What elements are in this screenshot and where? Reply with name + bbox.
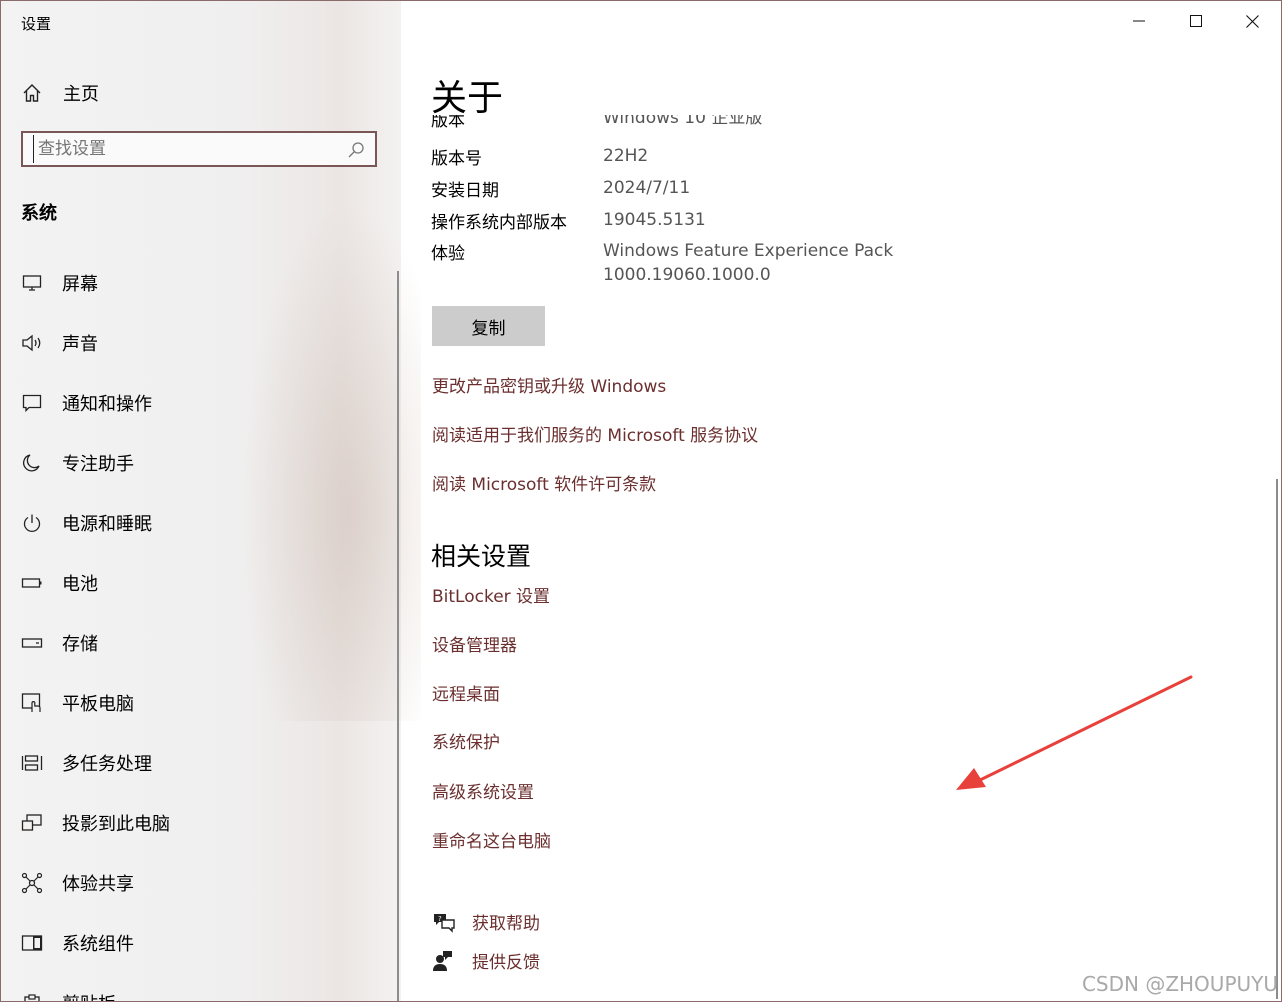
help-chat-icon: ? (434, 913, 455, 933)
speaker-icon (22, 334, 41, 352)
give-feedback-link[interactable]: 提供反馈 (432, 948, 540, 973)
svg-text:?: ? (438, 915, 442, 923)
spec-row-install-date: 安装日期 2024/7/11 (431, 176, 690, 201)
components-icon (21, 935, 43, 951)
sidebar-item-shared-experiences[interactable]: 体验共享 (1, 853, 397, 913)
sidebar-item-multitasking[interactable]: 多任务处理 (1, 733, 397, 793)
search-box[interactable] (21, 131, 377, 167)
page-title: 关于 (431, 78, 504, 119)
settings-window: 设置 主页 系统 屏幕 声音 (0, 0, 1282, 1002)
give-feedback-label: 提供反馈 (472, 953, 540, 973)
home-nav-item[interactable]: 主页 (21, 79, 99, 107)
search-input[interactable] (33, 135, 342, 163)
clipboard-icon (24, 994, 40, 1001)
home-icon (23, 84, 41, 102)
sidebar-item-label: 系统组件 (62, 934, 134, 955)
spec-value: Windows 10 企业版 (603, 115, 763, 128)
sidebar-item-label: 投影到此电脑 (62, 814, 170, 835)
watermark: CSDN @ZHOUPUYU (1081, 972, 1278, 996)
spec-row-version: 版本号 22H2 (431, 144, 648, 169)
spec-key: 版本号 (431, 149, 482, 169)
get-help-link[interactable]: ? 获取帮助 (432, 909, 540, 934)
get-help-label: 获取帮助 (472, 914, 540, 934)
sidebar-item-label: 屏幕 (62, 274, 98, 295)
sidebar-item-label: 电源和睡眠 (62, 514, 152, 535)
spec-row-experience: 体验 Windows Feature Experience Pack 1000.… (431, 239, 893, 287)
spec-key: 体验 (431, 244, 465, 264)
copy-button[interactable]: 复制 (432, 306, 545, 346)
spec-value: 22H2 (603, 146, 649, 166)
spec-value: 19045.5131 (603, 210, 706, 230)
main-content: 关于 版本 Windows 10 企业版 版本号 22H2 安装日期 2024/… (403, 1, 1281, 1001)
sidebar-item-battery[interactable]: 电池 (1, 553, 397, 613)
sidebar-item-label: 多任务处理 (62, 754, 152, 775)
spec-key: 版本 (431, 115, 465, 131)
spec-row-edition: 版本 Windows 10 企业版 (431, 115, 1031, 133)
multitask-icon (21, 755, 43, 771)
spec-value: 2024/7/11 (603, 178, 691, 198)
service-agreement-link[interactable]: 阅读适用于我们服务的 Microsoft 服务协议 (432, 421, 758, 446)
license-terms-link[interactable]: 阅读 Microsoft 软件许可条款 (432, 470, 656, 495)
feedback-icon (433, 950, 452, 971)
spec-row-os-build: 操作系统内部版本 19045.5131 (431, 208, 706, 233)
sidebar-item-notifications[interactable]: 通知和操作 (1, 373, 397, 433)
section-title: 系统 (21, 203, 57, 224)
sidebar-item-label: 剪贴板 (62, 990, 116, 1001)
sidebar-item-label: 通知和操作 (62, 394, 152, 415)
advanced-system-settings-link[interactable]: 高级系统设置 (432, 778, 534, 803)
project-icon (21, 814, 42, 831)
sidebar-scrollbar[interactable] (397, 271, 399, 1001)
remote-desktop-link[interactable]: 远程桌面 (432, 680, 500, 705)
rename-pc-link[interactable]: 重命名这台电脑 (432, 827, 551, 852)
sidebar-item-sound[interactable]: 声音 (1, 313, 397, 373)
tablet-icon (21, 693, 41, 712)
notification-icon (22, 394, 42, 413)
sidebar-item-storage[interactable]: 存储 (1, 613, 397, 673)
system-protection-link[interactable]: 系统保护 (432, 728, 500, 753)
power-icon (23, 514, 41, 532)
moon-icon (23, 454, 40, 472)
sidebar-item-project[interactable]: 投影到此电脑 (1, 793, 397, 853)
sidebar-item-focus-assist[interactable]: 专注助手 (1, 433, 397, 493)
sidebar-item-tablet[interactable]: 平板电脑 (1, 673, 397, 733)
monitor-icon (22, 275, 42, 291)
sidebar-item-label: 体验共享 (62, 874, 134, 895)
main-scrollbar[interactable] (1276, 479, 1278, 999)
home-label: 主页 (63, 84, 99, 105)
sidebar-item-label: 电池 (62, 574, 98, 595)
battery-icon (21, 578, 42, 588)
device-manager-link[interactable]: 设备管理器 (432, 631, 517, 656)
sidebar: 设置 主页 系统 屏幕 声音 (1, 1, 421, 1001)
sidebar-nav: 屏幕 声音 通知和操作 专注助手 电源和睡眠 电池 存储 平板电脑 多任务处理 … (1, 253, 397, 1001)
spec-key: 安装日期 (431, 181, 499, 201)
sidebar-item-clipboard[interactable]: 剪贴板 (1, 973, 397, 1001)
app-title: 设置 (21, 15, 52, 33)
annotation-arrow (956, 675, 1193, 790)
change-product-key-link[interactable]: 更改产品密钥或升级 Windows (432, 372, 666, 397)
spec-value-line2: 1000.19060.1000.0 (603, 265, 771, 285)
spec-key: 操作系统内部版本 (431, 213, 567, 233)
sidebar-item-label: 存储 (62, 634, 98, 655)
sidebar-item-label: 声音 (62, 334, 98, 355)
search-icon[interactable] (347, 141, 365, 159)
sidebar-item-system-components[interactable]: 系统组件 (1, 913, 397, 973)
share-icon (21, 872, 43, 894)
sidebar-item-power-sleep[interactable]: 电源和睡眠 (1, 493, 397, 553)
storage-icon (21, 638, 43, 648)
sidebar-item-label: 专注助手 (62, 454, 134, 475)
sidebar-item-display[interactable]: 屏幕 (1, 253, 397, 313)
sidebar-item-label: 平板电脑 (62, 694, 134, 715)
spec-value-group: Windows Feature Experience Pack 1000.190… (603, 239, 893, 287)
bitlocker-settings-link[interactable]: BitLocker 设置 (432, 582, 550, 607)
spec-value: Windows Feature Experience Pack (603, 241, 894, 261)
related-settings-title: 相关设置 (431, 542, 532, 571)
